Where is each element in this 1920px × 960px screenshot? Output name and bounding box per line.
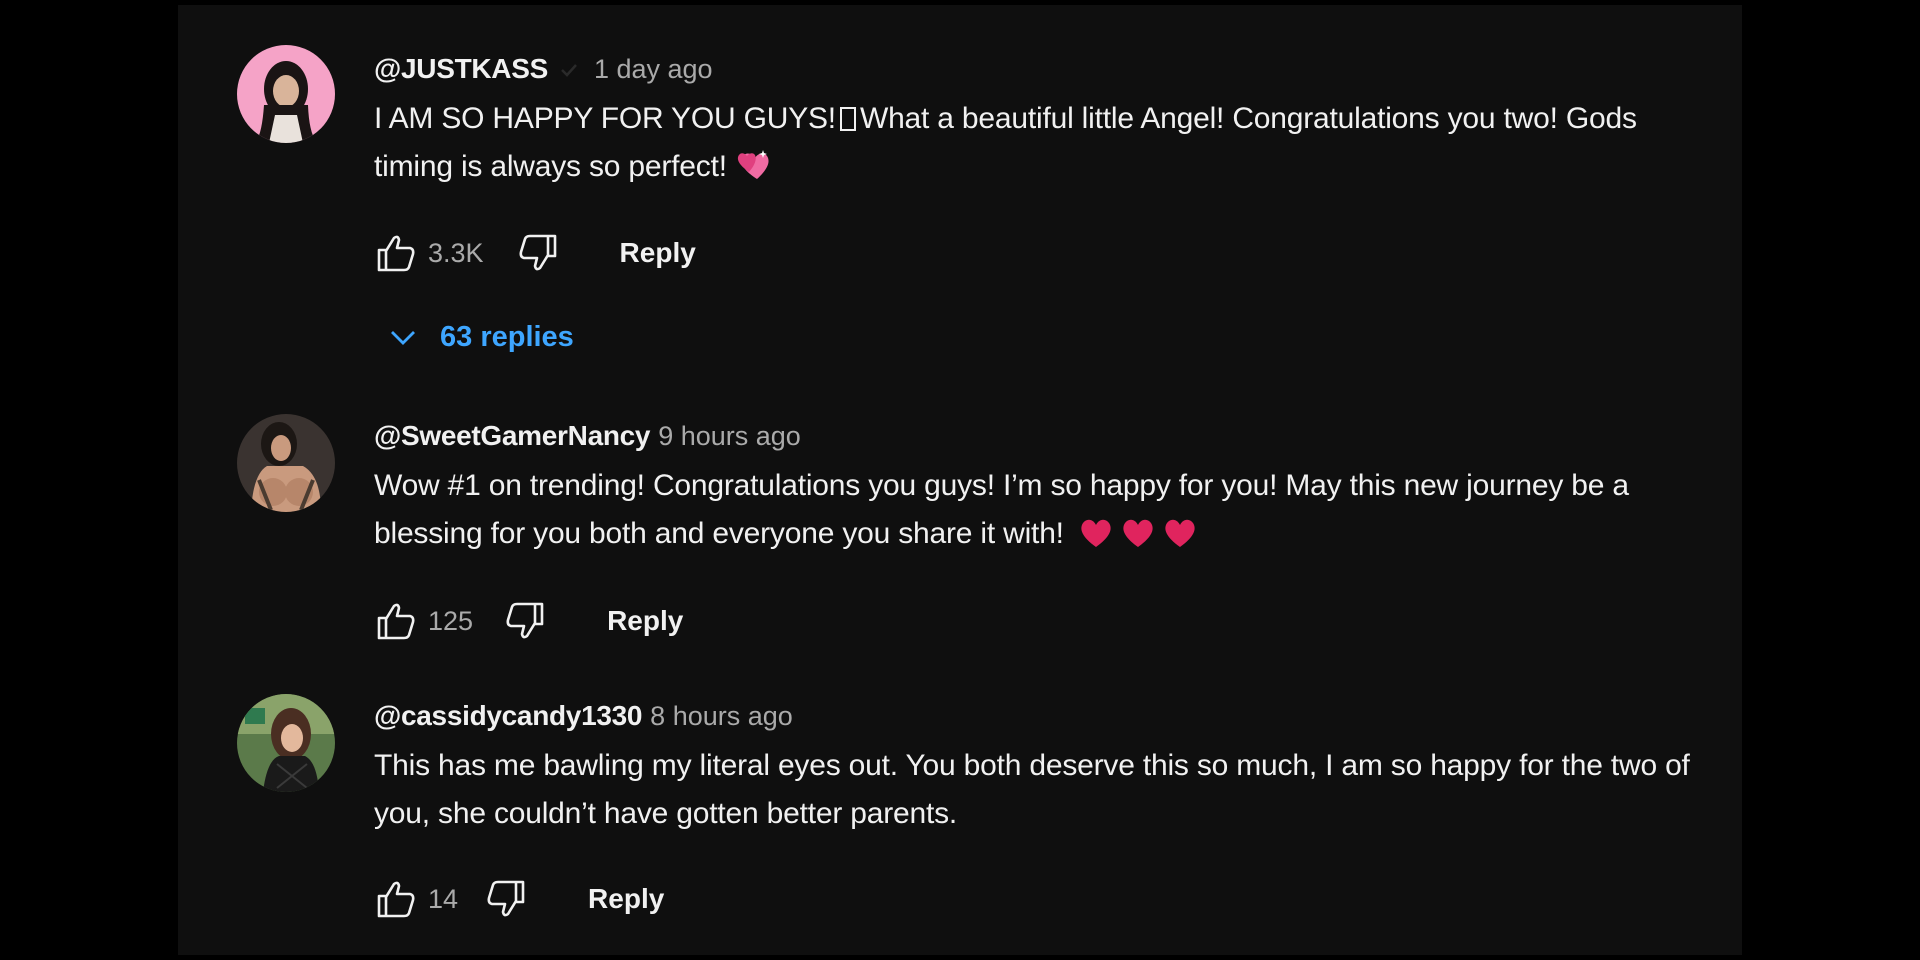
red-heart-icon xyxy=(1120,516,1156,564)
reply-button[interactable]: Reply xyxy=(607,605,683,637)
comments-panel: @JUSTKASS 1 day ago I AM SO HAPPY FOR YOU… xyxy=(178,5,1742,955)
comment-actions: 125 Reply xyxy=(372,595,683,647)
sparkling-hearts-icon xyxy=(733,146,773,197)
avatar-image xyxy=(237,694,335,792)
thumbs-up-icon xyxy=(377,603,415,640)
comment-text: This has me bawling my literal eyes out.… xyxy=(374,749,1690,830)
red-heart-icon xyxy=(1162,516,1198,564)
chevron-down-icon xyxy=(391,331,415,345)
comment-time[interactable]: 1 day ago xyxy=(594,54,713,84)
like-count: 125 xyxy=(428,605,474,636)
verified-check-icon xyxy=(558,57,580,79)
comment-header: @SweetGamerNancy 9 hours ago xyxy=(374,416,1694,456)
comment-time[interactable]: 9 hours ago xyxy=(658,421,801,451)
avatar[interactable] xyxy=(237,414,335,512)
like-count: 3.3K xyxy=(428,237,484,268)
avatar[interactable] xyxy=(237,45,335,143)
avatar[interactable] xyxy=(237,694,335,792)
comment-header: @cassidycandy1330 8 hours ago xyxy=(374,696,1694,736)
like-button[interactable] xyxy=(372,875,420,923)
like-count: 14 xyxy=(428,883,459,914)
thumbs-down-icon xyxy=(487,880,525,917)
like-button[interactable] xyxy=(372,597,420,645)
dislike-button[interactable] xyxy=(501,597,549,645)
thumbs-down-icon xyxy=(506,602,544,639)
reply-button[interactable]: Reply xyxy=(588,883,664,915)
comment-text: I AM SO HAPPY FOR YOU GUYS! What a beauti… xyxy=(374,95,1694,197)
view-replies-button[interactable]: 63 replies xyxy=(374,309,574,365)
dislike-button[interactable] xyxy=(482,875,530,923)
reply-button[interactable]: Reply xyxy=(620,237,696,269)
missing-glyph-box xyxy=(839,107,856,131)
avatar-image xyxy=(237,45,335,143)
comment-text-part: Wow #1 on trending! Congratulations you … xyxy=(374,469,1629,550)
comment-header: @JUSTKASS 1 day ago xyxy=(374,49,1694,89)
thumbs-up-icon xyxy=(377,235,415,272)
comment-actions: 14 Reply xyxy=(372,873,664,925)
author-name[interactable]: @SweetGamerNancy xyxy=(374,420,650,451)
author-name[interactable]: @JUSTKASS xyxy=(374,53,548,84)
comment-text-part: I AM SO HAPPY FOR YOU GUYS! xyxy=(374,102,836,135)
replies-count-label: 63 replies xyxy=(440,320,574,353)
like-button[interactable] xyxy=(372,229,420,277)
comment-time[interactable]: 8 hours ago xyxy=(650,701,793,731)
comment-actions: 3.3K Reply xyxy=(372,227,696,279)
dislike-button[interactable] xyxy=(514,229,562,277)
red-heart-icon xyxy=(1078,516,1114,564)
author-name[interactable]: @cassidycandy1330 xyxy=(374,700,642,731)
thumbs-down-icon xyxy=(519,234,556,271)
avatar-image xyxy=(237,414,335,512)
thumbs-up-icon xyxy=(377,881,415,918)
comment-text: Wow #1 on trending! Congratulations you … xyxy=(374,462,1694,564)
